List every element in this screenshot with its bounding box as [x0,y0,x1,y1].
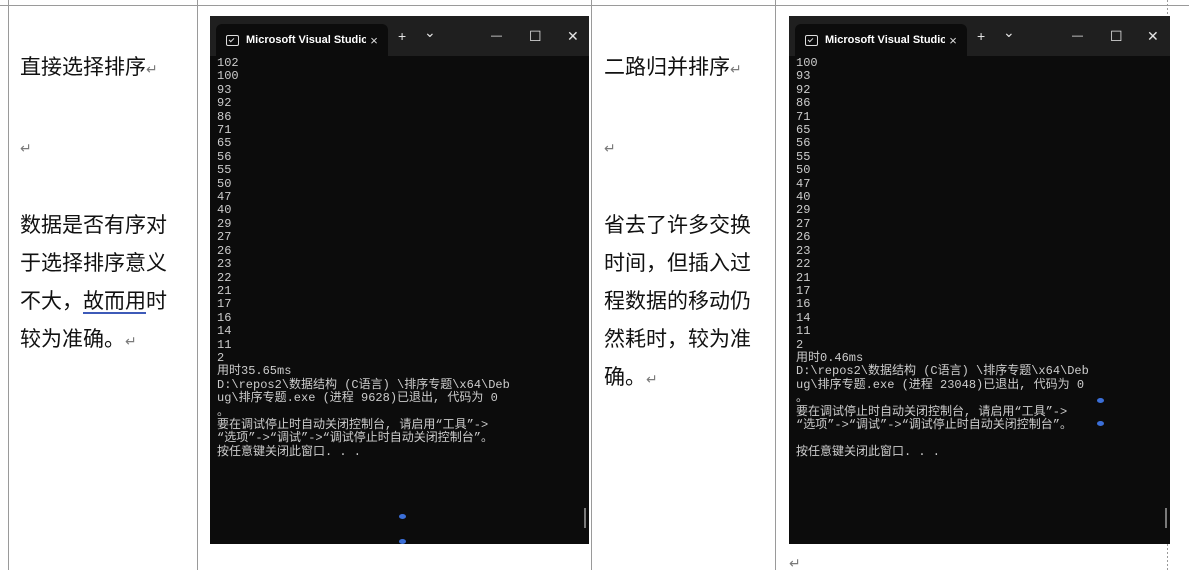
paragraph-mark-icon: ↵ [146,62,158,78]
cell-body: 省去了许多交换时间，但插入过程数据的移动仍然耗时，较为准确。 [604,213,751,389]
terminal-output: 100 93 92 86 71 65 56 55 50 47 40 29 27 … [796,56,1089,459]
maximize-icon[interactable]: ☐ [529,28,542,44]
paragraph-mark-icon: ↵ [20,141,32,157]
terminal-titlebar: Microsoft Visual Studio × + ⌄ — ☐ ✕ [210,16,589,56]
chevron-down-icon[interactable]: ⌄ [1003,24,1015,40]
cell-body-underlined: 故而用 [83,289,146,313]
terminal-icon [226,34,239,46]
cell-selection-sort: 直接选择排序↵ ↵ 数据是否有序对于选择排序意义不大，故而用时较为准确。↵ [20,10,192,399]
table-border-col3 [775,0,776,570]
paragraph-mark-icon: ↵ [604,141,616,157]
terminal-tab[interactable]: Microsoft Visual Studio × [216,24,388,56]
table-border-col1 [197,0,198,570]
table-border-top [0,5,1189,6]
table-border-col2 [591,0,592,570]
tab-close-icon[interactable]: × [366,33,382,48]
terminal-output: 102 100 93 92 86 71 65 56 55 50 47 40 29… [217,56,510,459]
new-tab-icon[interactable]: + [398,28,406,44]
cursor-handle-icon [399,514,406,519]
paragraph-mark-icon: ↵ [646,372,658,388]
paragraph-mark-icon: ↵ [125,334,137,350]
cell-title: 直接选择排序 [20,55,146,79]
table-border-left [8,0,9,570]
cell-title: 二路归并排序 [604,55,730,79]
chevron-down-icon[interactable]: ⌄ [424,24,436,40]
cell-merge-sort: 二路归并排序↵ ↵ 省去了许多交换时间，但插入过程数据的移动仍然耗时，较为准确。… [604,10,774,437]
tab-title: Microsoft Visual Studio [825,34,945,46]
cursor-handle-icon [1097,398,1104,403]
terminal-titlebar: Microsoft Visual Studio × + ⌄ — ☐ ✕ [789,16,1170,56]
maximize-icon[interactable]: ☐ [1110,28,1123,44]
cursor-handle-icon [1097,421,1104,426]
close-icon[interactable]: ✕ [1147,28,1159,44]
minimize-icon[interactable]: — [491,28,502,44]
close-icon[interactable]: ✕ [567,28,579,44]
terminal-screenshot-selection: Microsoft Visual Studio × + ⌄ — ☐ ✕ 102 … [210,16,589,544]
cursor-handle-icon [399,539,406,544]
paragraph-mark-icon: ↵ [730,62,742,78]
terminal-scrollbar[interactable] [584,508,586,528]
terminal-scrollbar[interactable] [1165,508,1167,528]
terminal-icon [805,34,818,46]
terminal-screenshot-merge: Microsoft Visual Studio × + ⌄ — ☐ ✕ 100 … [789,16,1170,544]
new-tab-icon[interactable]: + [977,28,985,44]
tab-close-icon[interactable]: × [945,33,961,48]
terminal-tab[interactable]: Microsoft Visual Studio × [795,24,967,56]
minimize-icon[interactable]: — [1072,28,1083,44]
tab-title: Microsoft Visual Studio [246,34,366,46]
